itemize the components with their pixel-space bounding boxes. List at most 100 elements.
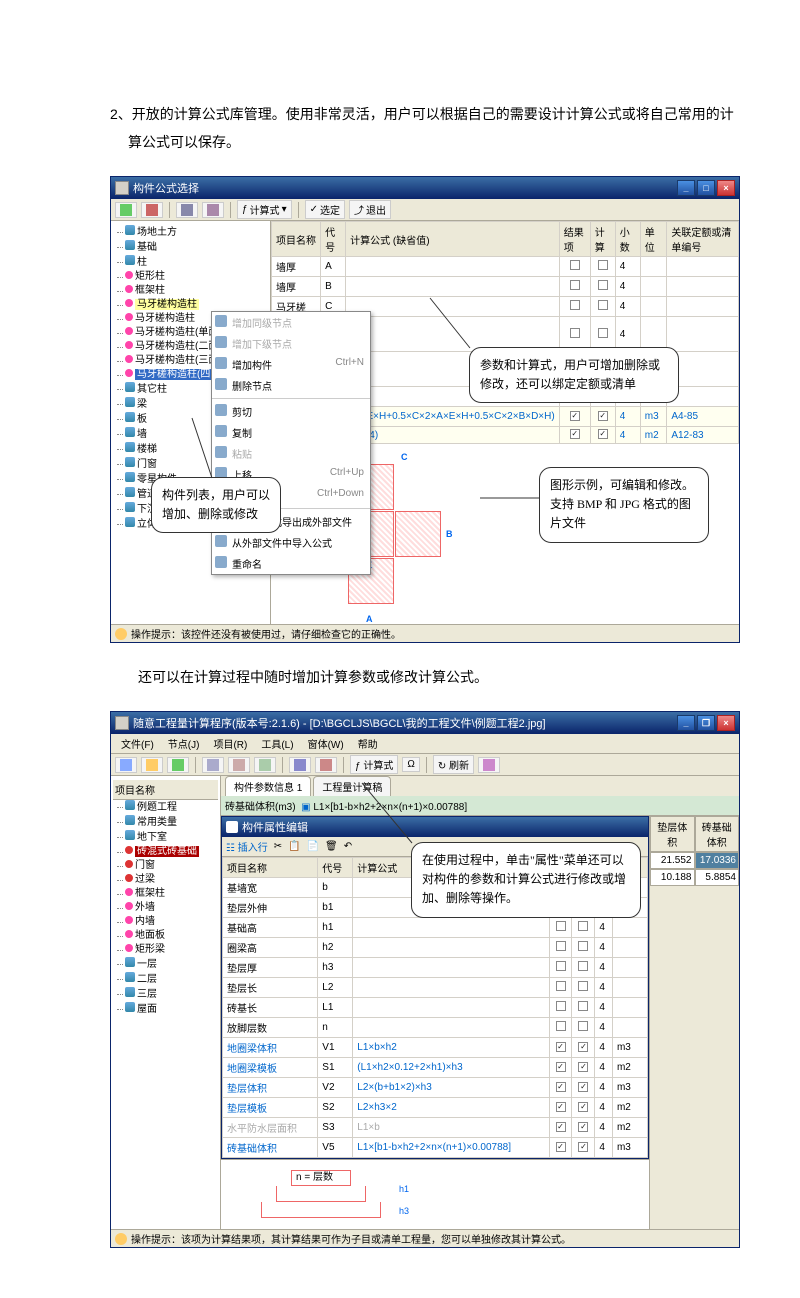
minimize-button[interactable]: _ xyxy=(677,715,695,731)
menu-item[interactable]: 帮助 xyxy=(352,734,384,753)
tree-item[interactable]: 框架柱 xyxy=(125,284,268,298)
restore-button[interactable]: ❐ xyxy=(697,715,715,731)
toolbar-calc-button[interactable]: ƒ 计算式 ▾ xyxy=(237,200,292,219)
titlebar: 构件公式选择 _ □ × xyxy=(111,177,739,199)
tree-item[interactable]: 过梁 xyxy=(125,873,218,887)
menu-item[interactable]: 文件(F) xyxy=(115,734,160,753)
context-menu-item: 增加下级节点 xyxy=(212,333,370,354)
property-row[interactable]: 放脚层数n4 xyxy=(223,1018,648,1038)
toolbar-btn[interactable] xyxy=(202,202,224,218)
maximize-button[interactable]: □ xyxy=(697,180,715,196)
app-icon xyxy=(115,716,129,730)
tree-item[interactable]: 矩形柱 xyxy=(125,270,268,284)
toolbar-select-button[interactable]: ✓ 选定 xyxy=(305,200,345,219)
tab-calc-sheet[interactable]: 工程量计算稿 xyxy=(313,776,391,796)
toolbar-refresh-button[interactable]: ↻ 刷新 xyxy=(433,755,474,774)
component-tree[interactable]: 场地土方基础柱矩形柱框架柱马牙槎构造柱马牙槎构造柱马牙槎构造柱(单面)马牙槎构造… xyxy=(111,221,271,624)
close-button[interactable]: × xyxy=(717,180,735,196)
close-button[interactable]: × xyxy=(717,715,735,731)
toolbar-btn[interactable] xyxy=(478,757,500,773)
foundation-diagram: n = 层数 h1 h3 xyxy=(221,1159,649,1229)
tree-item[interactable]: 屋面 xyxy=(125,1002,218,1017)
context-menu-item[interactable]: 增加构件Ctrl+N xyxy=(212,354,370,375)
tree-item[interactable]: 常用类量 xyxy=(125,815,218,830)
lightbulb-icon xyxy=(115,1233,127,1245)
tree-item[interactable]: 框架柱 xyxy=(125,887,218,901)
tree-item[interactable]: 内墙 xyxy=(125,915,218,929)
tree-item[interactable]: 场地土方 xyxy=(125,225,268,240)
window-formula-selector: 构件公式选择 _ □ × ƒ 计算式 ▾ ✓ 选定 ⤴ 退出 场地土方基础柱矩形… xyxy=(110,176,740,643)
menu-item[interactable]: 项目(R) xyxy=(207,734,253,753)
context-menu-item[interactable]: 复制 xyxy=(212,422,370,443)
property-row[interactable]: 砖基础体积V5L1×[b1-b×h2+2×n×(n+1)×0.00788]4m3 xyxy=(223,1138,648,1158)
tree-item[interactable]: 马牙槎构造柱 xyxy=(125,298,268,312)
callout-diagram: 图形示例，可编辑和修改。支持 BMP 和 JPG 格式的图片文件 xyxy=(539,467,709,543)
menu-item[interactable]: 节点(J) xyxy=(162,734,206,753)
tree-item[interactable]: 矩形梁 xyxy=(125,943,218,957)
toolbar-calc-button[interactable]: ƒ 计算式 xyxy=(350,755,398,774)
tree-item[interactable]: 地面板 xyxy=(125,929,218,943)
toolbar-btn[interactable] xyxy=(167,757,189,773)
toolbar-btn[interactable] xyxy=(254,757,276,773)
menu-item[interactable]: 窗体(W) xyxy=(302,734,350,753)
context-menu-item[interactable]: 从外部文件中导入公式 xyxy=(212,532,370,553)
toolbar-btn[interactable] xyxy=(315,757,337,773)
tree-item[interactable]: 柱 xyxy=(125,255,268,270)
paragraph-2: 还可以在计算过程中随时增加计算参数或修改计算公式。 xyxy=(110,663,740,691)
tree-item[interactable]: 例题工程 xyxy=(125,800,218,815)
property-row[interactable]: 垫层厚h34 xyxy=(223,958,648,978)
tree-item[interactable]: 地下室 xyxy=(125,830,218,845)
tree-item[interactable]: 一层 xyxy=(125,957,218,972)
property-row[interactable]: 垫层长L24 xyxy=(223,978,648,998)
paragraph-1: 2、开放的计算公式库管理。使用非常灵活，用户可以根据自己的需要设计计算公式或将自… xyxy=(110,100,740,156)
toolbar-btn[interactable] xyxy=(176,202,198,218)
minimize-button[interactable]: _ xyxy=(677,180,695,196)
toolbar-btn[interactable] xyxy=(228,757,250,773)
tree-item[interactable]: 门窗 xyxy=(125,859,218,873)
context-menu-item[interactable]: 剪切 xyxy=(212,401,370,422)
context-menu-item: 增加同级节点 xyxy=(212,312,370,333)
toolbar-btn[interactable] xyxy=(141,757,163,773)
context-menu[interactable]: 增加同级节点增加下级节点增加构件Ctrl+N删除节点剪切复制粘贴上移Ctrl+U… xyxy=(211,311,371,575)
callout-tree: 构件列表，用户可以增加、删除或修改 xyxy=(151,477,281,533)
context-menu-item[interactable]: 重命名 xyxy=(212,553,370,574)
tree-item[interactable]: 基础 xyxy=(125,240,268,255)
property-row[interactable]: 水平防水层面积S3L1×b4m2 xyxy=(223,1118,648,1138)
totals-side-panel: 垫层体积 砖基础体积 21.552 17.0336 10.188 5.8854 xyxy=(649,816,739,1229)
toolbar-btn[interactable] xyxy=(289,757,311,773)
toolbar: ƒ 计算式 ▾ ✓ 选定 ⤴ 退出 xyxy=(111,199,739,221)
tree-item[interactable]: 三层 xyxy=(125,987,218,1002)
toolbar-omega-button[interactable]: Ω xyxy=(402,757,419,772)
context-menu-item[interactable]: 删除节点 xyxy=(212,375,370,396)
toolbar-btn[interactable] xyxy=(115,757,137,773)
toolbar-btn[interactable] xyxy=(141,202,163,218)
property-row[interactable]: 垫层模板S2L2×h3×24m2 xyxy=(223,1098,648,1118)
project-tree[interactable]: 项目名称 例题工程常用类量地下室砖混式砖基础门窗过梁框架柱外墙内墙地面板矩形梁一… xyxy=(111,776,221,1229)
toolbar-exit-button[interactable]: ⤴ 退出 xyxy=(349,200,391,219)
tree-item[interactable]: 二层 xyxy=(125,972,218,987)
grid-row[interactable]: 墙厚A4 xyxy=(272,257,739,277)
toolbar-btn[interactable] xyxy=(115,202,137,218)
callout-params: 参数和计算式，用户可增加删除或修改，还可以绑定定额或清单 xyxy=(469,347,679,403)
tree-item[interactable]: 砖混式砖基础 xyxy=(125,845,218,859)
tree-item[interactable]: 外墙 xyxy=(125,901,218,915)
dim-C: C xyxy=(401,452,408,462)
dim-B: B xyxy=(446,529,453,539)
property-row[interactable]: 垫层体积V2L2×(b+b1×2)×h34m3 xyxy=(223,1078,648,1098)
property-row[interactable]: 圈梁高h24 xyxy=(223,938,648,958)
formula-bar[interactable]: 砖基础体积(m3) ▣ L1×[b1-b×h2+2×n×(n+1)×0.0078… xyxy=(221,796,739,816)
tabbar[interactable]: 构件参数信息 1 工程量计算稿 xyxy=(221,776,739,796)
menu-item[interactable]: 工具(L) xyxy=(255,734,299,753)
property-row[interactable]: 地圈梁模板S1(L1×h2×0.12+2×h1)×h34m2 xyxy=(223,1058,648,1078)
toolbar-btn[interactable] xyxy=(202,757,224,773)
property-row[interactable]: 地圈梁体积V1L1×b×h24m3 xyxy=(223,1038,648,1058)
lightbulb-icon xyxy=(115,628,127,640)
toolbar: ƒ 计算式 Ω ↻ 刷新 xyxy=(111,754,739,776)
property-row[interactable]: 砖基长L14 xyxy=(223,998,648,1018)
grid-row[interactable]: 墙厚B4 xyxy=(272,277,739,297)
status-bar: 操作提示：该项为计算结果项，其计算结果可作为子目或清单工程量，您可以单独修改其计… xyxy=(111,1229,739,1247)
tab-params[interactable]: 构件参数信息 1 xyxy=(225,776,311,796)
menubar[interactable]: 文件(F)节点(J)项目(R)工具(L)窗体(W)帮助 xyxy=(111,734,739,754)
property-row[interactable]: 基础高h14 xyxy=(223,918,648,938)
callout-property: 在使用过程中，单击"属性"菜单还可以对构件的参数和计算公式进行修改或增加、删除等… xyxy=(411,842,641,918)
